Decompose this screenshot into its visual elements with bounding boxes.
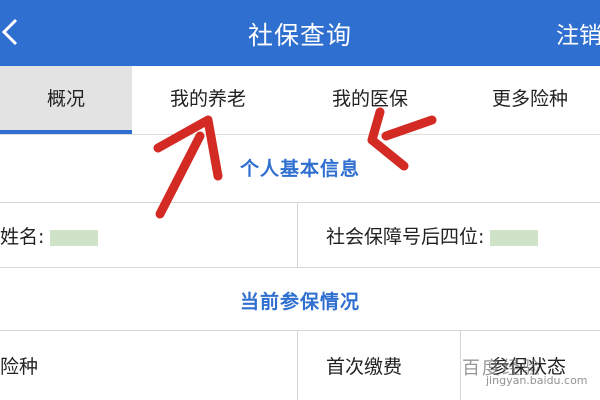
- watermark-url: jingyan.baidu.com: [486, 374, 588, 387]
- annotation-arrows: [153, 107, 437, 219]
- annotation-arrow-pension: [153, 115, 223, 219]
- annotation-arrow-medical: [367, 107, 437, 171]
